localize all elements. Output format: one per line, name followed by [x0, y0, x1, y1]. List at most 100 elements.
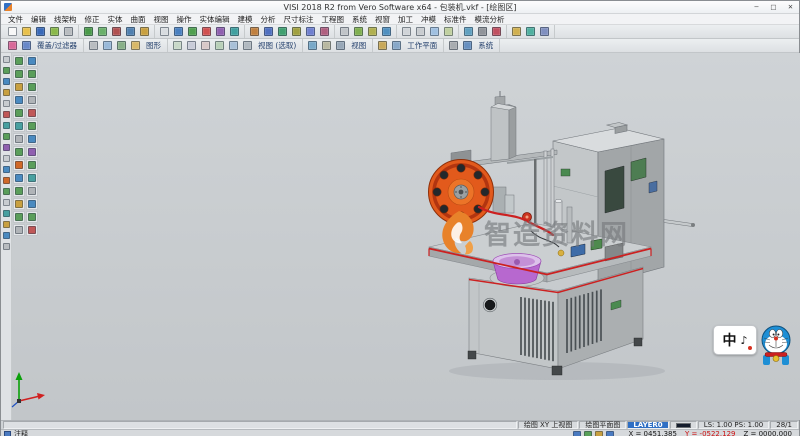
scale-tool-button[interactable]	[2, 231, 11, 240]
menu-item-17[interactable]: 标准件	[440, 14, 471, 25]
hidden-line-button[interactable]	[320, 40, 333, 52]
solid-filter-button[interactable]	[115, 40, 128, 52]
menu-item-12[interactable]: 工程图	[318, 14, 349, 25]
output-rod[interactable]	[664, 220, 695, 228]
layers-button[interactable]	[538, 26, 551, 38]
maximize-button[interactable]: □	[765, 1, 782, 13]
trim-tool-button[interactable]	[2, 154, 11, 163]
extrude-button[interactable]	[304, 26, 317, 38]
move-tool-button[interactable]	[2, 209, 11, 218]
circle-tool-button[interactable]	[2, 88, 11, 97]
save-button[interactable]	[34, 26, 47, 38]
extend-tool-button[interactable]	[2, 165, 11, 174]
ime-indicator[interactable]: 中 ♪	[713, 325, 757, 355]
workplane-xy-button[interactable]	[376, 40, 389, 52]
copy-button[interactable]	[124, 26, 137, 38]
zoom-window-button[interactable]	[241, 40, 254, 52]
ortho-button[interactable]	[583, 430, 592, 436]
chamfer-button[interactable]	[366, 26, 379, 38]
view-front-button[interactable]	[185, 40, 198, 52]
measure-button[interactable]	[510, 26, 523, 38]
pan-button[interactable]	[442, 26, 455, 38]
surface-filter-button[interactable]	[101, 40, 114, 52]
rotate-tool-button[interactable]	[2, 220, 11, 229]
spline-tool-button[interactable]	[2, 110, 11, 119]
machine-tower[interactable]	[491, 91, 516, 161]
feeder-bowl[interactable]	[490, 254, 544, 287]
view-iso-button[interactable]	[213, 40, 226, 52]
chamfer-tool-button[interactable]	[2, 187, 11, 196]
paste-button[interactable]	[138, 26, 151, 38]
array-tool-button[interactable]	[2, 242, 11, 251]
overlay-toggle-button[interactable]	[6, 40, 19, 52]
ellipse-tool-button[interactable]	[2, 121, 11, 130]
new-file-button[interactable]	[6, 26, 19, 38]
menu-item-4[interactable]: 实体	[104, 14, 127, 25]
menu-item-10[interactable]: 分析	[257, 14, 280, 25]
menu-item-16[interactable]: 冲模	[417, 14, 440, 25]
circle-button[interactable]	[200, 26, 213, 38]
zoom-fit-button[interactable]	[428, 26, 441, 38]
shade-button[interactable]	[462, 26, 475, 38]
zoom-out-button[interactable]	[414, 26, 427, 38]
menu-item-6[interactable]: 视图	[150, 14, 173, 25]
wireframe-filter-button[interactable]	[87, 40, 100, 52]
undo-button[interactable]	[82, 26, 95, 38]
menu-item-3[interactable]: 修正	[81, 14, 104, 25]
view-rotate-button[interactable]	[227, 40, 240, 52]
menu-item-2[interactable]: 线架构	[50, 14, 81, 25]
line-tool-button[interactable]	[2, 77, 11, 86]
point-button[interactable]	[158, 26, 171, 38]
menu-item-14[interactable]: 视窗	[371, 14, 394, 25]
hide-button[interactable]	[490, 26, 503, 38]
close-button[interactable]: ✕	[782, 1, 799, 13]
settings-button[interactable]	[447, 40, 460, 52]
arc-button[interactable]	[186, 26, 199, 38]
cone-button[interactable]	[290, 26, 303, 38]
menu-item-13[interactable]: 系统	[348, 14, 371, 25]
revolve-button[interactable]	[318, 26, 331, 38]
menu-item-9[interactable]: 建模	[234, 14, 257, 25]
filter-button[interactable]	[20, 40, 33, 52]
view-field[interactable]: 绘图平面图	[579, 421, 626, 429]
polygon-tool-button[interactable]	[2, 132, 11, 141]
fillet-tool-button[interactable]	[2, 176, 11, 185]
menu-item-8[interactable]: 实体编辑	[196, 14, 234, 25]
print-button[interactable]	[62, 26, 75, 38]
point-filter-button[interactable]	[129, 40, 142, 52]
shaded-view-button[interactable]	[306, 40, 319, 52]
viewport-3d[interactable]	[12, 53, 800, 420]
layer-field[interactable]: LAYER0	[627, 421, 668, 429]
import-button[interactable]	[48, 26, 61, 38]
menu-item-1[interactable]: 编辑	[27, 14, 50, 25]
menu-item-5[interactable]: 曲面	[127, 14, 150, 25]
polyline-button[interactable]	[228, 26, 241, 38]
analyze-button[interactable]	[524, 26, 537, 38]
menu-item-11[interactable]: 尺寸标注	[280, 14, 318, 25]
menu-item-0[interactable]: 文件	[4, 14, 27, 25]
trim-button[interactable]	[338, 26, 351, 38]
offset-tool-button[interactable]	[2, 143, 11, 152]
menu-item-18[interactable]: 模流分析	[471, 14, 509, 25]
cylinder-button[interactable]	[276, 26, 289, 38]
menu-item-7[interactable]: 操作	[173, 14, 196, 25]
view-side-button[interactable]	[199, 40, 212, 52]
fillet-button[interactable]	[352, 26, 365, 38]
offset-button[interactable]	[380, 26, 393, 38]
color-swatch-field[interactable]	[670, 421, 697, 429]
osnap-button[interactable]	[572, 430, 581, 436]
wireframe-button[interactable]	[476, 26, 489, 38]
scale-field[interactable]: LS: 1.00 PS: 1.00	[698, 421, 770, 429]
minimize-button[interactable]: ─	[748, 1, 765, 13]
zoom-in-button[interactable]	[400, 26, 413, 38]
feeder-disc[interactable]	[429, 160, 494, 225]
grid-toggle-button[interactable]	[594, 430, 603, 436]
menu-item-15[interactable]: 加工	[394, 14, 417, 25]
database-button[interactable]	[461, 40, 474, 52]
sphere-button[interactable]	[262, 26, 275, 38]
rectangle-button[interactable]	[214, 26, 227, 38]
point-tool-button[interactable]	[2, 66, 11, 75]
box-button[interactable]	[248, 26, 261, 38]
track-button[interactable]	[605, 430, 614, 436]
workplane-field[interactable]: 绘图 XY 上视图	[518, 421, 579, 429]
